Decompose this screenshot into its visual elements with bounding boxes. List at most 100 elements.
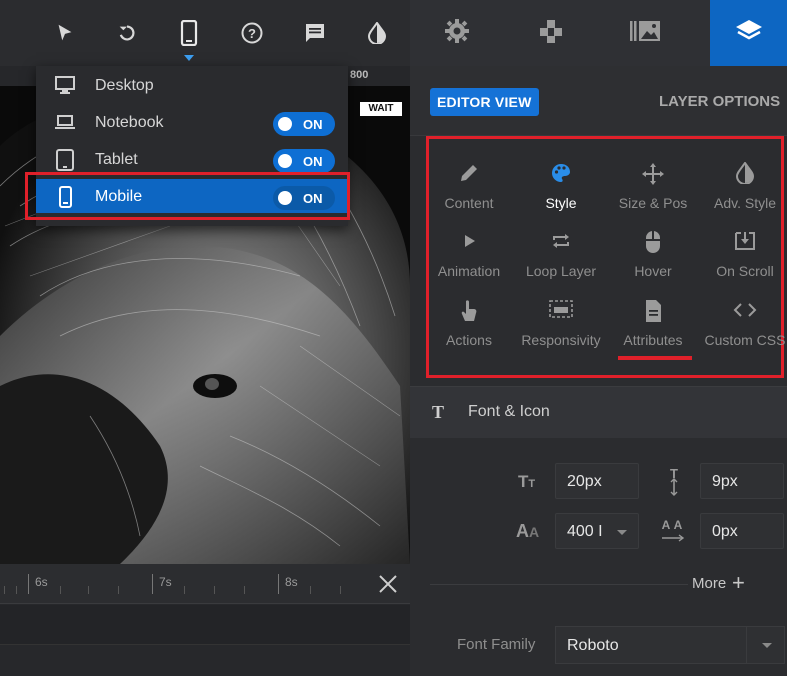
font-weight-select[interactable]: 400 I (555, 513, 639, 549)
contrast-icon[interactable] (362, 18, 392, 48)
font-size-input[interactable]: 20px (555, 463, 639, 499)
tick-7s: 7s (152, 574, 172, 594)
play-icon (422, 230, 516, 254)
file-icon (606, 299, 700, 323)
font-size-value: 20px (567, 473, 602, 490)
letter-spacing-input[interactable]: 0px (700, 513, 784, 549)
option-content[interactable]: Content (422, 162, 516, 222)
option-label: Loop Layer (525, 263, 597, 279)
option-hover[interactable]: Hover (606, 230, 700, 290)
settings-tab[interactable] (410, 0, 504, 66)
notebook-toggle[interactable]: ON (273, 112, 335, 136)
navigation-tab[interactable] (504, 0, 598, 66)
right-panel: EDITOR VIEW LAYER OPTIONS Content Style … (410, 0, 787, 676)
loop-icon (514, 230, 608, 254)
slides-icon (629, 19, 661, 48)
font-size-icon: TT (518, 472, 536, 491)
option-size-pos[interactable]: Size & Pos (606, 162, 700, 222)
scroll-icon (698, 230, 787, 254)
active-tab-underline (618, 356, 692, 360)
select-divider (746, 627, 747, 663)
move-icon (606, 162, 700, 186)
code-icon (698, 299, 787, 323)
ruler-label: 800 (350, 69, 369, 81)
font-weight-icon: AA (516, 521, 540, 541)
option-label: Attributes (623, 332, 683, 348)
editor-view-button[interactable]: EDITOR VIEW (430, 88, 539, 116)
help-icon[interactable]: ? (237, 18, 267, 48)
toggle-knob (278, 117, 292, 131)
toggle-knob (278, 154, 292, 168)
svg-text:?: ? (248, 26, 256, 41)
layer-options-grid: Content Style Size & Pos Adv. Style Anim… (410, 136, 787, 384)
undo-icon[interactable] (112, 18, 142, 48)
text-icon: T (432, 402, 445, 422)
device-item-tablet[interactable]: Tablet ON (36, 142, 348, 176)
option-label: Adv. Style (714, 195, 776, 211)
panel-tabs (410, 0, 787, 66)
letter-spacing-icon: AA (660, 516, 686, 551)
option-loop-layer[interactable]: Loop Layer (514, 230, 608, 290)
chevron-down-icon (762, 643, 772, 648)
device-label-tablet: Tablet (95, 151, 138, 168)
tick-6s: 6s (28, 574, 48, 594)
comment-icon[interactable] (300, 18, 330, 48)
letter-spacing-value: 0px (712, 523, 738, 540)
pointer-icon[interactable] (50, 18, 80, 48)
toggle-label: ON (303, 154, 323, 169)
toggle-label: ON (303, 117, 323, 132)
option-adv-style[interactable]: Adv. Style (698, 162, 787, 222)
font-family-value: Roboto (567, 637, 619, 654)
timeline-ruler[interactable]: 6s 7s 8s (0, 564, 410, 604)
option-attributes[interactable]: Attributes (606, 299, 700, 359)
device-item-notebook[interactable]: Notebook ON (36, 105, 348, 139)
option-label: Hover (634, 263, 672, 279)
font-family-select[interactable]: Roboto (555, 626, 785, 664)
hand-icon (422, 299, 516, 323)
timeline: 6s 7s 8s (0, 564, 410, 676)
font-icon-section-header[interactable]: T Font & Icon (410, 386, 787, 438)
tablet-toggle[interactable]: ON (273, 149, 335, 173)
more-row[interactable]: More + (410, 566, 787, 602)
option-label: Responsivity (521, 332, 601, 348)
close-icon[interactable] (376, 572, 400, 596)
option-label: Style (545, 195, 577, 211)
editor-view-bar: EDITOR VIEW LAYER OPTIONS (410, 66, 787, 136)
option-label: On Scroll (716, 263, 774, 279)
font-weight-value: 400 I (567, 523, 603, 540)
mobile-device-icon[interactable] (174, 18, 204, 48)
puzzle-icon (537, 17, 565, 50)
option-on-scroll[interactable]: On Scroll (698, 230, 787, 290)
line-height-input[interactable]: 9px (700, 463, 784, 499)
option-actions[interactable]: Actions (422, 299, 516, 359)
layers-tab[interactable] (710, 0, 787, 66)
active-device-caret (184, 55, 194, 61)
desktop-icon (54, 75, 76, 95)
tick-8s: 8s (278, 574, 298, 594)
option-animation[interactable]: Animation (422, 230, 516, 290)
palette-icon (514, 162, 608, 186)
more-label: More (688, 575, 731, 592)
option-responsivity[interactable]: Responsivity (514, 299, 608, 359)
device-item-desktop[interactable]: Desktop (36, 68, 348, 102)
plus-icon: + (732, 570, 745, 595)
option-label: Animation (437, 263, 501, 279)
option-custom-css[interactable]: Custom CSS (698, 299, 787, 359)
section-title: Font & Icon (468, 403, 550, 420)
responsive-icon (514, 299, 608, 323)
layer-options-title[interactable]: LAYER OPTIONS (659, 93, 780, 110)
timeline-track[interactable] (0, 605, 410, 645)
slides-tab[interactable] (598, 0, 692, 66)
line-height-icon: T (666, 466, 682, 501)
option-label: Size & Pos (618, 195, 688, 211)
option-label: Custom CSS (704, 332, 786, 348)
pencil-icon (422, 162, 516, 186)
option-label: Content (444, 195, 494, 211)
line-height-value: 9px (712, 473, 738, 490)
editor-area: ? 800 Desktop Notebook ON Tablet ON Mobi… (0, 0, 410, 676)
device-label-notebook: Notebook (95, 114, 164, 131)
device-label-desktop: Desktop (95, 77, 154, 94)
option-style[interactable]: Style (514, 162, 608, 222)
mouse-icon (606, 230, 700, 254)
settings-icon (443, 17, 471, 50)
